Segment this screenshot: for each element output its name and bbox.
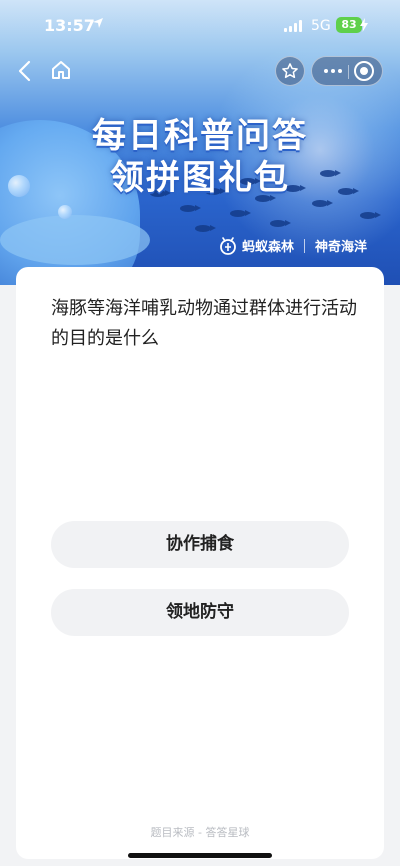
status-time: 13:57 — [44, 16, 95, 35]
chevron-left-icon[interactable] — [16, 60, 36, 82]
battery-indicator: 83 — [336, 17, 362, 33]
location-arrow-icon — [93, 18, 103, 28]
home-indicator — [128, 853, 272, 858]
quiz-card: 海豚等海洋哺乳动物通过群体进行活动的目的是什么 协作捕食 领地防守 题目来源 -… — [16, 267, 384, 859]
bubble — [58, 205, 72, 219]
banner-title-line2: 领拼图礼包 — [110, 158, 290, 198]
menu-capsule — [311, 56, 383, 86]
answer-option-1[interactable]: 协作捕食 — [51, 521, 349, 568]
close-circle-icon[interactable] — [354, 61, 374, 81]
home-icon[interactable] — [50, 59, 72, 81]
ant-forest-logo — [220, 236, 236, 255]
favorite-button[interactable] — [275, 56, 305, 86]
fish — [270, 220, 291, 227]
question-source: 题目来源 - 答答星球 — [150, 826, 250, 839]
fish — [180, 205, 201, 212]
question-text: 海豚等海洋哺乳动物通过群体进行活动的目的是什么 — [51, 298, 357, 349]
charging-bolt-icon — [360, 18, 368, 32]
coral-decoration-base — [0, 215, 150, 265]
brand-left: 蚂蚁森林 — [242, 240, 295, 255]
answer-option-2[interactable]: 领地防守 — [51, 589, 349, 636]
brand-row: 蚂蚁森林 神奇海洋 — [219, 236, 367, 255]
capsule-divider — [348, 65, 349, 79]
signal-icon — [284, 20, 304, 32]
network-label: 5G — [311, 18, 331, 34]
brand-separator — [304, 238, 306, 253]
fish — [230, 210, 251, 217]
fish — [195, 225, 216, 232]
more-icon[interactable] — [319, 57, 347, 85]
star-icon — [282, 63, 298, 79]
brand-right: 神奇海洋 — [315, 240, 368, 255]
fish — [360, 212, 381, 219]
fish — [312, 200, 333, 207]
